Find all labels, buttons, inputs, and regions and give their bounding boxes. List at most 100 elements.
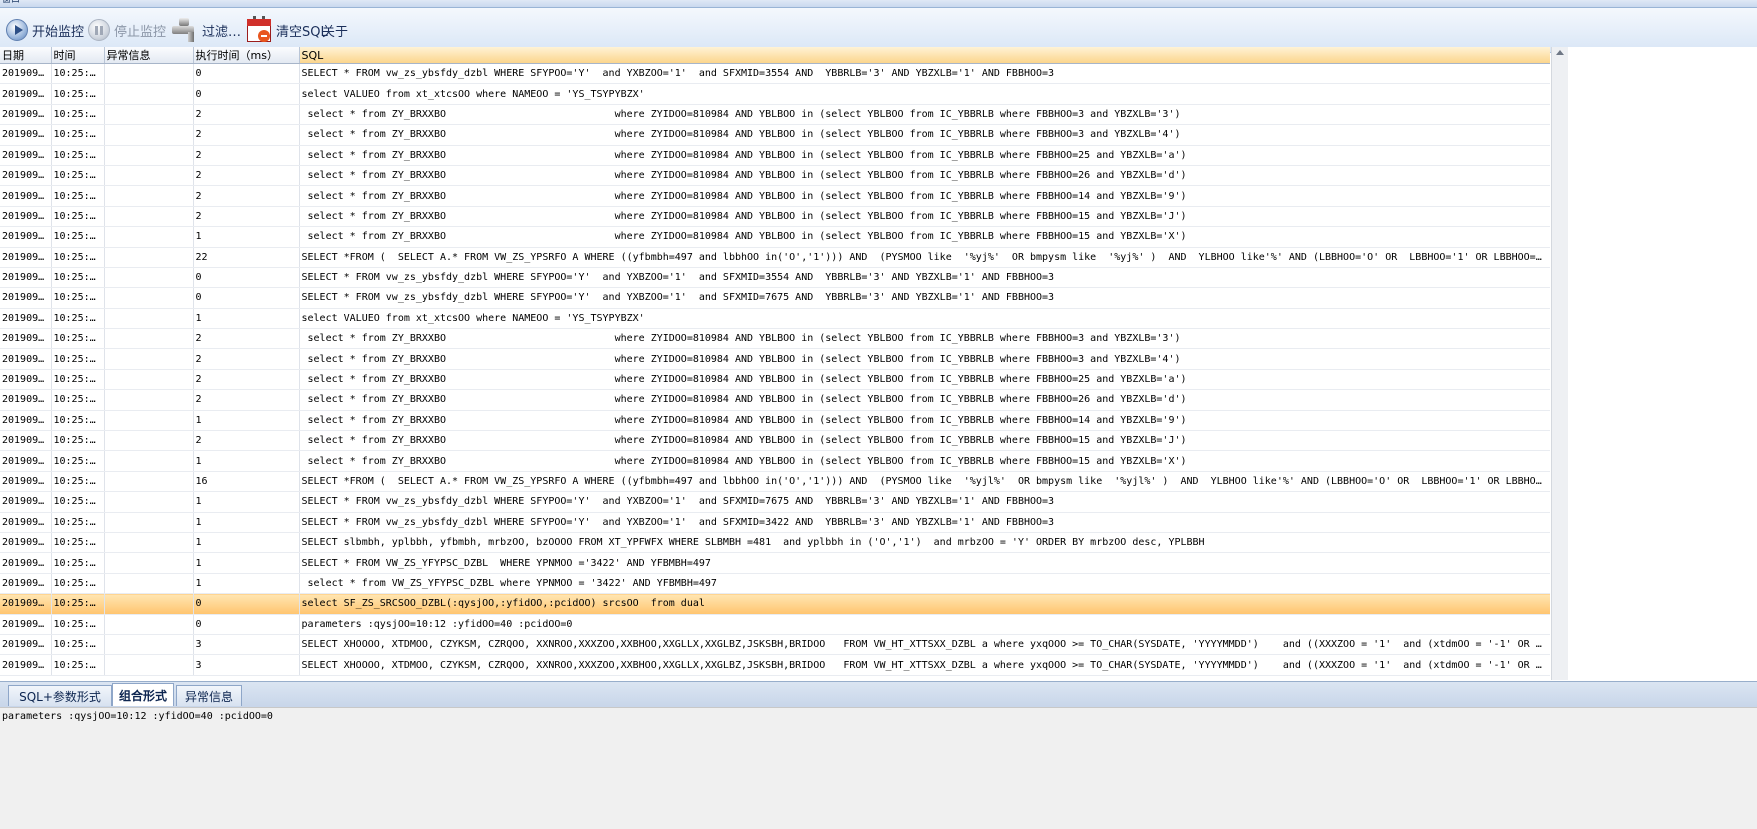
view-tabs: SQL+参数形式 组合形式 异常信息 <box>0 681 1757 708</box>
cell-sql: select VALUEO from xt_xtcsOO where NAMEO… <box>299 83 1550 105</box>
column-header-date[interactable]: 日期 <box>0 47 52 64</box>
table-row[interactable]: 20190911 10:25:11 2 select * from ZY_BRXXB… <box>0 389 1550 411</box>
table-row[interactable]: 20190911 10:25:11 1 select * from ZY_BRXXB… <box>0 450 1550 472</box>
table-row[interactable]: 20190911 10:25:11 2 select * from ZY_BRXXB… <box>0 124 1550 146</box>
table-row[interactable]: 20190911 10:25:11 2 select * from ZY_BRXXB… <box>0 104 1550 126</box>
column-header-sql[interactable]: SQL <box>299 47 1550 64</box>
table-row[interactable]: 20190911 10:25:11 1 SELECT * FROM vw_zs_ybs… <box>0 491 1550 513</box>
cell-sql: select VALUEO from xt_xtcsOO where NAMEO… <box>299 308 1550 330</box>
cell-sql: select * from ZY_BRXXBO where ZYIDOO=810… <box>299 328 1550 350</box>
tab-sql-params[interactable]: SQL+参数形式 <box>8 685 112 706</box>
table-row[interactable]: 20190911 10:25:11 1 select * from ZY_BRXXB… <box>0 226 1550 248</box>
cell-time: 10:25:11 <box>51 389 105 411</box>
table-row[interactable]: 20190911 10:25:11 2 select * from ZY_BRXXB… <box>0 206 1550 228</box>
cell-sql: select * from ZY_BRXXBO where ZYIDOO=810… <box>299 389 1550 411</box>
table-row[interactable]: 20190911 10:25:11 2 select * from ZY_BRXXB… <box>0 369 1550 391</box>
empty-area <box>1568 47 1757 680</box>
table-row[interactable]: 20190911 10:25:12 1 select * from VW_ZS_YF… <box>0 573 1550 595</box>
table-row[interactable]: 20190911 10:25:11 16 SELECT *FROM ( SELECT … <box>0 471 1550 493</box>
column-header-error[interactable]: 异常信息 <box>104 47 194 64</box>
cell-date: 20190911 <box>0 247 52 268</box>
cell-exec-time: 2 <box>193 430 300 452</box>
cell-error <box>104 593 194 615</box>
table-row[interactable]: 20190911 10:25:11 2 select * from ZY_BRXXB… <box>0 165 1550 187</box>
cell-time: 10:25:11 <box>51 124 105 146</box>
cell-exec-time: 2 <box>193 206 300 228</box>
cell-time: 10:25:10 <box>51 63 105 85</box>
cell-error <box>104 63 194 85</box>
table-row[interactable]: 20190911 10:25:11 1 SELECT * FROM vw_zs_ybs… <box>0 512 1550 533</box>
cell-time: 10:25:11 <box>51 145 105 166</box>
scroll-up-arrow-icon[interactable] <box>1556 50 1564 55</box>
table-row[interactable]: 20190911 10:25:11 2 select * from ZY_BRXXB… <box>0 348 1550 370</box>
table-row[interactable]: 20190911 10:25:17 3 SELECT XHOOOO, XTDMOO, … <box>0 634 1550 656</box>
cell-date: 20190911 <box>0 287 52 309</box>
cell-exec-time: 1 <box>193 552 300 574</box>
cell-time: 10:25:11 <box>51 165 105 187</box>
table-row[interactable]: 20190911 10:25:11 0 SELECT * FROM vw_zs_ybs… <box>0 287 1550 309</box>
table-row[interactable]: 20190911 10:25:10 0 SELECT * FROM vw_zs_ybs… <box>0 63 1550 85</box>
table-row[interactable]: 20190911 10:25:12 1 SELECT * FROM VW_ZS_YFY… <box>0 552 1550 574</box>
table-row[interactable]: 20190911 10:25:27 3 SELECT XHOOOO, XTDMOO, … <box>0 654 1550 676</box>
cell-error <box>104 573 194 595</box>
cell-sql: select * from ZY_BRXXBO where ZYIDOO=810… <box>299 369 1550 391</box>
tab-combined[interactable]: 组合形式 <box>112 683 174 706</box>
table-row[interactable]: 20190911 10:25:11 1 select * from ZY_BRXXB… <box>0 410 1550 432</box>
cell-exec-time: 1 <box>193 226 300 248</box>
column-header-time[interactable]: 时间 <box>51 47 105 64</box>
cell-time: 10:25:17 <box>51 634 105 656</box>
calendar-clear-icon <box>246 16 272 44</box>
cell-exec-time: 0 <box>193 83 300 105</box>
cell-error <box>104 83 194 105</box>
table-row[interactable]: 20190911 10:25:11 2 select * from ZY_BRXXB… <box>0 328 1550 350</box>
cell-sql: SELECT *FROM ( SELECT A.* FROM VW_ZS_YPS… <box>299 247 1550 268</box>
column-header-exec-time[interactable]: 执行时间（ms） <box>193 47 300 64</box>
cell-date: 20190911 <box>0 450 52 472</box>
about-button[interactable]: 关于 <box>322 17 348 43</box>
cell-error <box>104 430 194 452</box>
stop-monitor-label: 停止监控 <box>114 24 167 40</box>
table-row[interactable]: 20190911 10:25:12 0 select SF_ZS_SRCSOO_DZB… <box>0 593 1550 615</box>
start-monitor-button[interactable]: 开始监控 <box>6 17 84 43</box>
cell-time: 10:25:11 <box>51 104 105 126</box>
stop-monitor-button[interactable]: 停止监控 <box>88 17 166 43</box>
table-row[interactable]: 20190911 10:25:11 2 select * from ZY_BRXXB… <box>0 185 1550 207</box>
cell-error <box>104 247 194 268</box>
filter-button[interactable]: 过滤… <box>170 17 241 43</box>
table-row[interactable]: 20190911 10:25:11 1 select VALUEO from xt_x… <box>0 308 1550 330</box>
cell-exec-time: 1 <box>193 491 300 513</box>
sql-log-grid[interactable]: 日期 时间 异常信息 执行时间（ms） SQL 20190911 10:25:10… <box>0 47 1550 680</box>
table-row[interactable]: 20190911 10:25:11 0 select VALUEO from xt_x… <box>0 83 1550 105</box>
cell-date: 20190911 <box>0 430 52 452</box>
cell-time: 10:25:11 <box>51 430 105 452</box>
tab-exceptions[interactable]: 异常信息 <box>176 685 242 706</box>
cell-date: 20190911 <box>0 104 52 126</box>
cell-date: 20190911 <box>0 512 52 533</box>
cell-error <box>104 491 194 513</box>
cell-date: 20190911 <box>0 226 52 248</box>
table-row[interactable]: 20190911 10:25:12 0 parameters :qysjOO=10:1… <box>0 614 1550 635</box>
table-row[interactable]: 20190911 10:25:11 0 SELECT * FROM vw_zs_ybs… <box>0 267 1550 289</box>
vertical-scrollbar[interactable] <box>1551 47 1568 680</box>
cell-error <box>104 654 194 676</box>
clear-sql-button[interactable]: 清空SQL <box>246 16 328 44</box>
table-row[interactable]: 20190911 10:25:11 2 select * from ZY_BRXXB… <box>0 145 1550 166</box>
table-row[interactable]: 20190911 10:25:12 1 SELECT slbmbh, yplbbh, … <box>0 532 1550 554</box>
cell-exec-time: 0 <box>193 267 300 289</box>
cell-error <box>104 308 194 330</box>
table-row[interactable]: 20190911 10:25:11 2 select * from ZY_BRXXB… <box>0 430 1550 452</box>
cell-sql: select * from VW_ZS_YFYPSC_DZBL where YP… <box>299 573 1550 595</box>
cell-exec-time: 3 <box>193 634 300 656</box>
cell-error <box>104 267 194 289</box>
cell-error <box>104 389 194 411</box>
cell-exec-time: 2 <box>193 369 300 391</box>
grid-header-row: 日期 时间 异常信息 执行时间（ms） SQL <box>0 47 1550 64</box>
cell-sql: select * from ZY_BRXXBO where ZYIDOO=810… <box>299 348 1550 370</box>
cell-time: 10:25:12 <box>51 532 105 554</box>
cell-exec-time: 1 <box>193 532 300 554</box>
cell-time: 10:25:11 <box>51 471 105 493</box>
cell-sql: select * from ZY_BRXXBO where ZYIDOO=810… <box>299 165 1550 187</box>
cell-date: 20190911 <box>0 124 52 146</box>
table-row[interactable]: 20190911 10:25:11 22 SELECT *FROM ( SELECT … <box>0 247 1550 268</box>
cell-exec-time: 1 <box>193 308 300 330</box>
